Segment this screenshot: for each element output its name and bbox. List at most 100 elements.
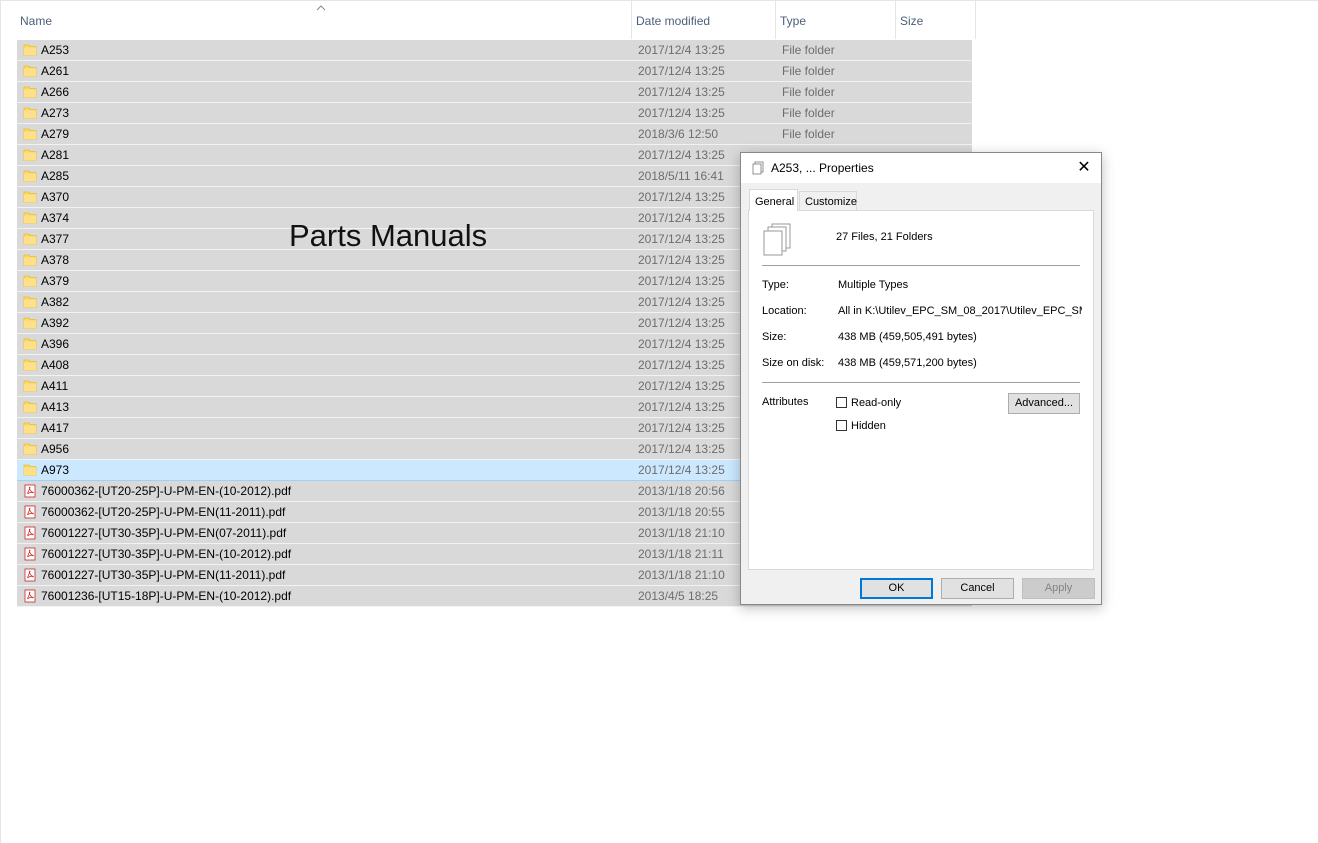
row-date: 2017/12/4 13:25 <box>638 232 725 246</box>
row-name: A379 <box>41 274 70 288</box>
size-on-disk-value: 438 MB (459,571,200 bytes) <box>838 357 977 369</box>
tab-customize[interactable]: Customize <box>799 191 857 211</box>
row-name: 76000362-[UT20-25P]-U-PM-EN-(10-2012).pd… <box>41 484 292 498</box>
close-icon[interactable]: ✕ <box>1067 153 1101 183</box>
ok-button[interactable]: OK <box>860 578 933 599</box>
attributes-label: Attributes <box>762 396 809 408</box>
cancel-button[interactable]: Cancel <box>941 578 1014 599</box>
row-name: A261 <box>41 64 70 78</box>
row-date: 2017/12/4 13:25 <box>638 190 725 204</box>
row-name: A273 <box>41 106 70 120</box>
row-date: 2017/12/4 13:25 <box>638 148 725 162</box>
column-header-bar: Name Date modified Type Size <box>16 1 976 39</box>
row-date: 2017/12/4 13:25 <box>638 379 725 393</box>
row-date: 2017/12/4 13:25 <box>638 295 725 309</box>
dialog-title: A253, ... Properties <box>771 161 874 175</box>
row-type: File folder <box>782 85 835 99</box>
row-name: A973 <box>41 463 70 477</box>
type-value: Multiple Types <box>838 279 909 291</box>
folder-row[interactable]: A273 2017/12/4 13:25 File folder <box>17 103 972 124</box>
location-label: Location: <box>762 305 807 317</box>
folder-row[interactable]: A266 2017/12/4 13:25 File folder <box>17 82 972 103</box>
row-date: 2017/12/4 13:25 <box>638 358 725 372</box>
row-name: A370 <box>41 190 70 204</box>
hidden-label[interactable]: Hidden <box>851 420 886 432</box>
column-header-name[interactable]: Name <box>16 1 631 39</box>
row-name: A392 <box>41 316 70 330</box>
advanced-button[interactable]: Advanced... <box>1008 393 1080 414</box>
row-type: File folder <box>782 106 835 120</box>
row-name: A279 <box>41 127 70 141</box>
row-name: 76000362-[UT20-25P]-U-PM-EN(11-2011).pdf <box>41 505 286 519</box>
overlay-title: Parts Manuals <box>289 218 488 253</box>
multiple-files-icon <box>752 161 764 175</box>
row-date: 2017/12/4 13:25 <box>638 442 725 456</box>
apply-button[interactable]: Apply <box>1022 578 1095 599</box>
row-type: File folder <box>782 127 835 141</box>
row-name: A378 <box>41 253 70 267</box>
row-type: File folder <box>782 43 835 57</box>
row-date: 2017/12/4 13:25 <box>638 64 725 78</box>
row-date: 2013/1/18 20:56 <box>638 484 725 498</box>
row-date: 2013/1/18 21:11 <box>638 547 724 561</box>
row-name: A374 <box>41 211 70 225</box>
row-name: A281 <box>41 148 70 162</box>
size-label: Size: <box>762 331 787 343</box>
folder-row[interactable]: A261 2017/12/4 13:25 File folder <box>17 61 972 82</box>
divider <box>762 382 1080 383</box>
row-name: 76001236-[UT15-18P]-U-PM-EN-(10-2012).pd… <box>41 589 292 603</box>
folder-row[interactable]: A253 2017/12/4 13:25 File folder <box>17 40 972 61</box>
row-date: 2017/12/4 13:25 <box>638 43 725 57</box>
size-value: 438 MB (459,505,491 bytes) <box>838 331 977 343</box>
row-date: 2017/12/4 13:25 <box>638 253 725 267</box>
row-name: A408 <box>41 358 70 372</box>
hidden-checkbox[interactable] <box>836 420 847 431</box>
location-value: All in K:\Utilev_EPC_SM_08_2017\Utilev_E… <box>838 305 1082 317</box>
column-header-size[interactable]: Size <box>895 1 976 39</box>
row-name: A266 <box>41 85 70 99</box>
selection-summary: 27 Files, 21 Folders <box>836 231 933 243</box>
row-name: 76001227-[UT30-35P]-U-PM-EN-(10-2012).pd… <box>41 547 292 561</box>
row-date: 2013/1/18 21:10 <box>638 526 725 540</box>
divider <box>762 265 1080 266</box>
row-name: A396 <box>41 337 70 351</box>
row-date: 2013/1/18 21:10 <box>638 568 725 582</box>
row-name: A417 <box>41 421 70 435</box>
multiple-files-icon <box>763 223 791 256</box>
row-name: A285 <box>41 169 70 183</box>
row-name: A411 <box>41 379 69 393</box>
row-name: A253 <box>41 43 70 57</box>
row-date: 2017/12/4 13:25 <box>638 463 725 477</box>
row-name: 76001227-[UT30-35P]-U-PM-EN(11-2011).pdf <box>41 568 286 582</box>
properties-dialog: A253, ... Properties ✕ General Customize… <box>740 152 1102 605</box>
row-date: 2013/1/18 20:55 <box>638 505 725 519</box>
dialog-titlebar[interactable]: A253, ... Properties ✕ <box>741 153 1101 183</box>
column-header-date[interactable]: Date modified <box>631 1 775 39</box>
row-date: 2017/12/4 13:25 <box>638 337 725 351</box>
row-name: A956 <box>41 442 70 456</box>
row-date: 2017/12/4 13:25 <box>638 400 725 414</box>
row-name: A413 <box>41 400 70 414</box>
size-on-disk-label: Size on disk: <box>762 357 825 369</box>
row-date: 2018/5/11 16:41 <box>638 169 724 183</box>
row-date: 2017/12/4 13:25 <box>638 316 725 330</box>
general-panel: 27 Files, 21 Folders Type: Multiple Type… <box>748 210 1094 570</box>
readonly-label[interactable]: Read-only <box>851 397 901 409</box>
row-name: A382 <box>41 295 70 309</box>
type-label: Type: <box>762 279 789 291</box>
tab-general[interactable]: General <box>749 189 798 211</box>
row-date: 2013/4/5 18:25 <box>638 589 719 603</box>
readonly-checkbox[interactable] <box>836 397 847 408</box>
row-name: 76001227-[UT30-35P]-U-PM-EN(07-2011).pdf <box>41 526 287 540</box>
row-date: 2017/12/4 13:25 <box>638 274 725 288</box>
row-date: 2018/3/6 12:50 <box>638 127 719 141</box>
row-type: File folder <box>782 64 835 78</box>
folder-row[interactable]: A279 2018/3/6 12:50 File folder <box>17 124 972 145</box>
row-date: 2017/12/4 13:25 <box>638 85 725 99</box>
column-header-type[interactable]: Type <box>775 1 895 39</box>
row-date: 2017/12/4 13:25 <box>638 421 725 435</box>
row-name: A377 <box>41 232 70 246</box>
row-date: 2017/12/4 13:25 <box>638 211 725 225</box>
window-left-border <box>0 0 1 843</box>
row-date: 2017/12/4 13:25 <box>638 106 725 120</box>
